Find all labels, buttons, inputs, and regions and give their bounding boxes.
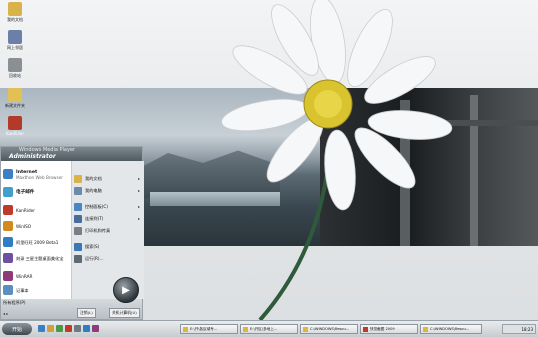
desktop-icon-recycle-bin[interactable]: 回收站: [0, 58, 30, 79]
all-programs-button[interactable]: 所有程序(P): [3, 300, 26, 306]
desktop: 我的文档 网上邻居 回收站 新建文件夹 KanRider Windows Med…: [0, 0, 538, 320]
kanrider-icon: [8, 116, 22, 130]
wangwang-icon: [3, 237, 13, 247]
desktop-icon-folder[interactable]: 新建文件夹: [0, 88, 30, 109]
wallpaper-beam: [470, 95, 478, 246]
desktop-icon-network[interactable]: 网上邻居: [0, 30, 30, 51]
quicklaunch-app-icon[interactable]: [56, 325, 63, 332]
clock[interactable]: 18:23: [521, 327, 533, 332]
documents-icon: [8, 2, 22, 16]
folder-icon: [303, 326, 308, 332]
network-icon: [8, 30, 22, 44]
chevron-right-icon: ▸: [137, 216, 140, 221]
program-wangwang[interactable]: 阿里旺旺 2009 Beta1: [3, 235, 58, 249]
theme-icon: [3, 253, 13, 263]
notepad-icon: [3, 285, 13, 295]
place-printers[interactable]: 打印机和传真: [74, 225, 142, 236]
program-winiso[interactable]: WinISO: [3, 219, 31, 233]
winiso-icon: [3, 221, 13, 231]
taskbar-task[interactable]: C:\WINDOWS\Resou...: [420, 324, 482, 334]
quicklaunch-desktop-icon[interactable]: [74, 325, 81, 332]
documents-icon: [74, 174, 82, 183]
desktop-icon-kanrider[interactable]: KanRider: [0, 116, 30, 136]
start-button[interactable]: 开始: [2, 323, 32, 335]
start-menu-header: Windows Media Player Administrator: [1, 147, 142, 161]
logoff-label: 注销(L): [80, 310, 93, 315]
shutdown-label: 关机计算机(U): [112, 310, 137, 315]
folder-icon: [183, 326, 188, 332]
place-my-computer[interactable]: 我的电脑 ▸: [74, 185, 142, 196]
browser-icon: [3, 169, 13, 179]
quicklaunch-chat-icon[interactable]: [83, 325, 90, 332]
power-button[interactable]: ▶: [113, 277, 139, 303]
program-winrar[interactable]: WinRAR: [3, 269, 32, 283]
user-name: Administrator: [9, 153, 56, 160]
program-internet[interactable]: Internet Maxthon Web Browser: [3, 167, 63, 181]
program-email[interactable]: 电子邮件: [3, 185, 34, 199]
recycle-bin-icon: [8, 58, 22, 72]
taskbar-task[interactable]: E:\开区\多地上...: [240, 324, 298, 334]
search-icon: [74, 242, 82, 251]
control-panel-icon: [74, 202, 82, 211]
chevron-right-icon: ▸: [137, 204, 140, 209]
taskbar-task[interactable]: E:\开\各区域专...: [180, 324, 238, 334]
screenshot-icon: [363, 326, 368, 332]
winrar-icon: [3, 271, 13, 281]
program-kanrider[interactable]: KanRider: [3, 203, 35, 217]
place-search[interactable]: 搜索(S): [74, 241, 142, 252]
taskbar-task[interactable]: 快览截图 2009: [360, 324, 418, 334]
desktop-icon-documents[interactable]: 我的文档: [0, 2, 30, 23]
place-my-documents[interactable]: 我的文档 ▸: [74, 173, 142, 184]
system-tray: 18:23: [502, 324, 536, 334]
chevron-right-icon: ▸: [137, 176, 140, 181]
quicklaunch-folder-icon[interactable]: [47, 325, 54, 332]
place-control-panel[interactable]: 控制面板(C) ▸: [74, 201, 142, 212]
program-theme[interactable]: 刻录 三星主题桌面美化宝: [3, 251, 66, 265]
computer-icon: [74, 186, 82, 195]
quicklaunch-browser-icon[interactable]: [38, 325, 45, 332]
place-run[interactable]: 运行(R)...: [74, 253, 142, 264]
menu-nav-arrows[interactable]: ◂ ▸: [3, 311, 8, 316]
taskbar: 开始 E:\开\各区域专... E:\开区\多地上... C:\WINDOWS\…: [0, 320, 538, 337]
email-icon: [3, 187, 13, 197]
folder-icon: [8, 88, 22, 102]
shutdown-button[interactable]: 关机计算机(U): [109, 308, 140, 318]
chevron-right-icon: ▸: [137, 188, 140, 193]
place-connect-to[interactable]: 连接到(T) ▸: [74, 213, 142, 224]
folder-icon: [243, 326, 248, 332]
program-notepad[interactable]: 记事本: [3, 283, 29, 297]
run-icon: [74, 254, 82, 263]
daisy-wallpaper-image: [221, 0, 453, 320]
folder-icon: [423, 326, 428, 332]
taskbar-task[interactable]: C:\WINDOWS\Resou...: [300, 324, 358, 334]
quicklaunch-media-icon[interactable]: [65, 325, 72, 332]
logoff-button[interactable]: 注销(L): [77, 308, 96, 318]
kanrider-icon: [3, 205, 13, 215]
start-menu-programs: Internet Maxthon Web Browser 电子邮件 KanRide…: [1, 161, 71, 299]
play-icon: ▶: [122, 284, 130, 296]
connect-icon: [74, 214, 82, 223]
start-menu: Windows Media Player Administrator Inter…: [0, 146, 144, 320]
quicklaunch-archive-icon[interactable]: [92, 325, 99, 332]
printer-icon: [74, 226, 82, 235]
start-label: 开始: [11, 326, 22, 333]
